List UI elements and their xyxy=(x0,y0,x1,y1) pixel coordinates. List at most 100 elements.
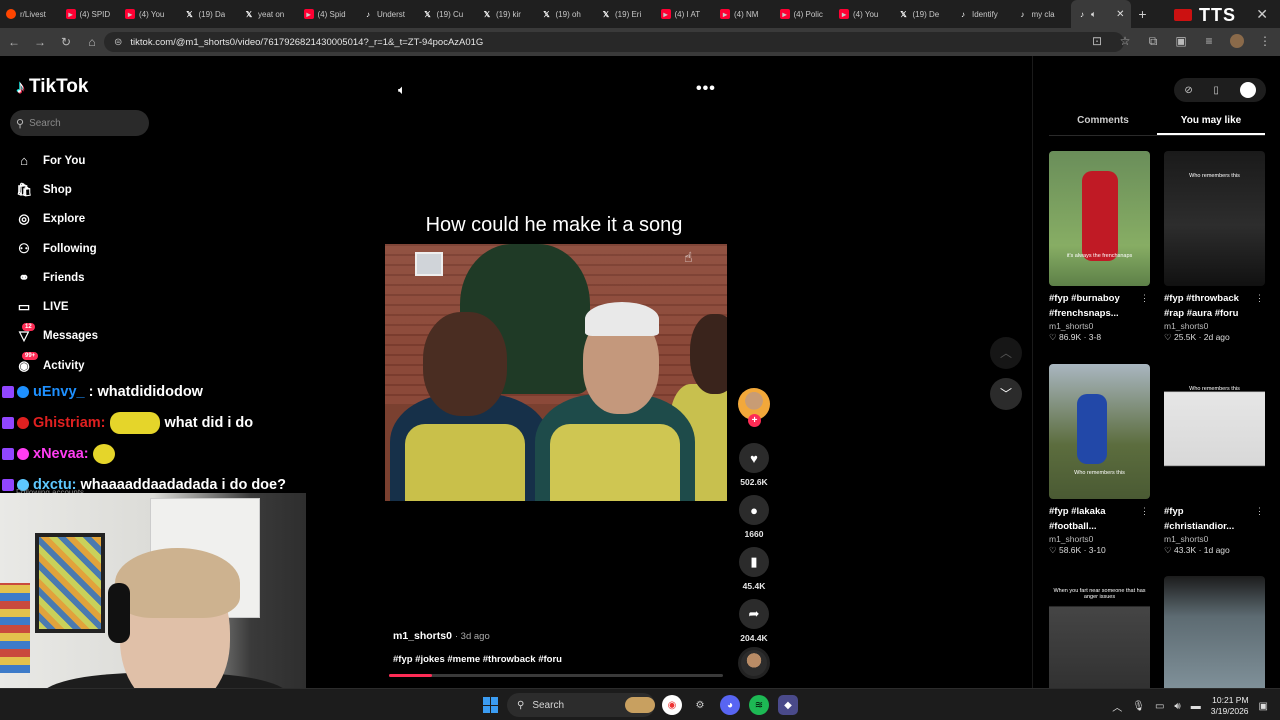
video-thumbnail[interactable]: Who remembers this xyxy=(1049,364,1150,499)
card-author[interactable]: m1_shorts0 xyxy=(1164,534,1266,544)
nav-item-for-you[interactable]: ⌂ For You xyxy=(16,146,98,175)
card-more-icon[interactable]: ⋮ xyxy=(1255,293,1264,304)
spotify-icon[interactable]: ≋ xyxy=(749,695,769,715)
network-icon[interactable]: ▭ xyxy=(1155,701,1164,712)
video-hashtags[interactable]: #fyp #jokes #meme #throwback #foru xyxy=(393,654,562,665)
browser-tab[interactable]: ♪ Underst xyxy=(357,0,417,28)
reload-icon[interactable]: ↻ xyxy=(54,35,78,49)
more-options-icon[interactable]: ••• xyxy=(696,80,716,98)
nav-item-explore[interactable]: ◎ Explore xyxy=(16,205,98,234)
tab-comments[interactable]: Comments xyxy=(1049,114,1157,135)
video-progress-bar[interactable] xyxy=(389,674,723,677)
home-icon[interactable]: ⌂ xyxy=(80,35,104,49)
save-button[interactable]: ▮ 45.4K xyxy=(738,547,770,591)
tray-chevron-icon[interactable]: ︿ xyxy=(1112,699,1122,714)
site-info-icon[interactable]: ⊜ xyxy=(114,37,122,48)
nav-item-friends[interactable]: ⚭ Friends xyxy=(16,263,98,292)
extensions-icon[interactable]: ⧉ xyxy=(1146,34,1160,51)
comment-button[interactable]: ● 1660 xyxy=(738,495,770,539)
volume-icon[interactable]: 🔈︎ xyxy=(398,82,406,98)
discord-icon[interactable]: ◕ xyxy=(720,695,740,715)
battery-icon[interactable]: ▬ xyxy=(1191,701,1201,712)
nav-item-following[interactable]: ⚇ Following xyxy=(16,234,98,263)
browser-tab[interactable]: ▸ (4) You xyxy=(119,0,179,28)
autoscroll-icon[interactable]: ⊘ xyxy=(1184,85,1192,96)
tab-audio-icon[interactable]: 🔈︎ xyxy=(1091,9,1096,20)
card-author[interactable]: m1_shorts0 xyxy=(1049,534,1151,544)
browser-tab[interactable]: ♪ my cla xyxy=(1012,0,1072,28)
browser-tab[interactable]: 𝕏 (19) De xyxy=(893,0,953,28)
microphone-icon[interactable]: 🎙︎ xyxy=(1132,701,1145,712)
install-app-icon[interactable]: ⊡ xyxy=(1090,34,1104,51)
nav-item-shop[interactable]: 🛍 Shop xyxy=(16,175,98,204)
browser-tab[interactable]: ▸ (4) Polic xyxy=(774,0,834,28)
browser-tab[interactable]: ▸ (4) I AT xyxy=(655,0,715,28)
video-thumbnail[interactable]: Who remembers this xyxy=(1164,151,1265,286)
back-icon[interactable]: ← xyxy=(2,35,26,49)
tiktok-logo[interactable]: ♪ TikTok xyxy=(16,76,88,98)
video-player[interactable] xyxy=(385,244,727,501)
card-author[interactable]: m1_shorts0 xyxy=(1049,321,1151,331)
card-more-icon[interactable]: ⋮ xyxy=(1255,506,1264,517)
like-button[interactable]: ♥ 502.6K xyxy=(738,443,770,487)
browser-tab[interactable]: ▸ (4) You xyxy=(833,0,893,28)
nav-item-live[interactable]: ▭ LIVE xyxy=(16,292,98,321)
follow-button[interactable]: + xyxy=(748,414,761,427)
next-video-button[interactable]: ﹀ xyxy=(990,378,1022,410)
card-caption[interactable]: #fyp #christiandior... xyxy=(1164,504,1256,534)
video-card[interactable]: Who remembers this #fyp #lakaka #football… xyxy=(1049,364,1151,556)
browser-tab[interactable]: r/Livest xyxy=(0,0,60,28)
video-thumbnail[interactable]: Who remembers this xyxy=(1164,364,1265,499)
taskbar-search[interactable]: ⚲ Search xyxy=(507,693,655,717)
browser-tab[interactable]: 𝕏 (19) oh xyxy=(536,0,596,28)
card-more-icon[interactable]: ⋮ xyxy=(1140,506,1149,517)
browser-tab[interactable]: 𝕏yeat on xyxy=(238,0,298,28)
browser-tab[interactable]: 𝕏 (19) Eri xyxy=(595,0,655,28)
share-button[interactable]: ➦ 204.4K xyxy=(738,599,770,643)
browser-tab[interactable]: ♪ Identify xyxy=(952,0,1012,28)
author-name[interactable]: m1_shorts0 xyxy=(393,630,452,642)
notification-icon[interactable]: ▣ xyxy=(1259,701,1268,712)
profile-avatar[interactable] xyxy=(1230,34,1244,51)
card-more-icon[interactable]: ⋮ xyxy=(1140,293,1149,304)
settings-gear-icon[interactable]: ⚙ xyxy=(690,695,710,715)
video-thumbnail[interactable]: it's always the frenchsnaps xyxy=(1049,151,1150,286)
creator-avatar[interactable]: + xyxy=(738,388,770,427)
card-author[interactable]: m1_shorts0 xyxy=(1164,321,1266,331)
toggle-switch[interactable] xyxy=(1239,82,1256,98)
nav-item-messages[interactable]: ▽ 12 Messages xyxy=(16,322,98,351)
browser-tab[interactable]: ♪ 🔈︎ ✕ xyxy=(1071,0,1131,28)
window-close-icon[interactable]: ✕ xyxy=(1256,6,1268,23)
browser-tab[interactable]: ▸ (4) Spid xyxy=(298,0,358,28)
menu-icon[interactable]: ⋮ xyxy=(1258,34,1272,51)
browser-tab[interactable]: ▸ (4) NM xyxy=(714,0,774,28)
device-icon[interactable]: ▯ xyxy=(1213,85,1219,96)
music-disc-avatar[interactable] xyxy=(738,647,770,679)
chrome-icon[interactable]: ◉ xyxy=(662,695,682,715)
previous-video-button[interactable]: ︿ xyxy=(990,337,1022,369)
clock[interactable]: 10:21 PM 3/19/2026 xyxy=(1211,695,1249,717)
card-caption[interactable]: #fyp #burnaboy #frenchsnaps... xyxy=(1049,291,1141,321)
url-field[interactable]: ⊜ tiktok.com/@m1_shorts0/video/761792682… xyxy=(104,32,1124,52)
bookmark-star-icon[interactable]: ☆ xyxy=(1118,34,1132,51)
video-card[interactable]: it's always the frenchsnaps #fyp #burnabo… xyxy=(1049,151,1151,343)
windows-start-icon[interactable] xyxy=(483,697,499,713)
sidebar-icon[interactable]: ▣ xyxy=(1174,34,1188,51)
video-author[interactable]: m1_shorts0 · 3d ago xyxy=(393,630,490,642)
browser-tab[interactable]: 𝕏 (19) Da xyxy=(179,0,239,28)
search-input[interactable]: ⚲ Search xyxy=(10,110,149,136)
volume-tray-icon[interactable]: 🔊︎ xyxy=(1174,701,1180,712)
forward-icon[interactable]: → xyxy=(28,35,52,49)
tab-close-icon[interactable]: ✕ xyxy=(1116,9,1124,20)
browser-tab[interactable]: 𝕏 (19) kir xyxy=(476,0,536,28)
media-controls-icon[interactable]: ≡ xyxy=(1202,34,1216,51)
tab-you-may-like[interactable]: You may like xyxy=(1157,114,1265,135)
app-icon[interactable]: ◆ xyxy=(778,695,798,715)
card-caption[interactable]: #fyp #lakaka #football... xyxy=(1049,504,1141,534)
browser-tab[interactable]: 𝕏 (19) Cu xyxy=(417,0,477,28)
new-tab-button[interactable]: + xyxy=(1131,6,1155,22)
browser-tab[interactable]: ▸ (4) SPID xyxy=(60,0,120,28)
video-card[interactable]: Who remembers this #fyp #throwback #rap #… xyxy=(1164,151,1266,343)
video-card[interactable]: Who remembers this #fyp #christiandior...… xyxy=(1164,364,1266,556)
card-caption[interactable]: #fyp #throwback #rap #aura #foru xyxy=(1164,291,1256,321)
